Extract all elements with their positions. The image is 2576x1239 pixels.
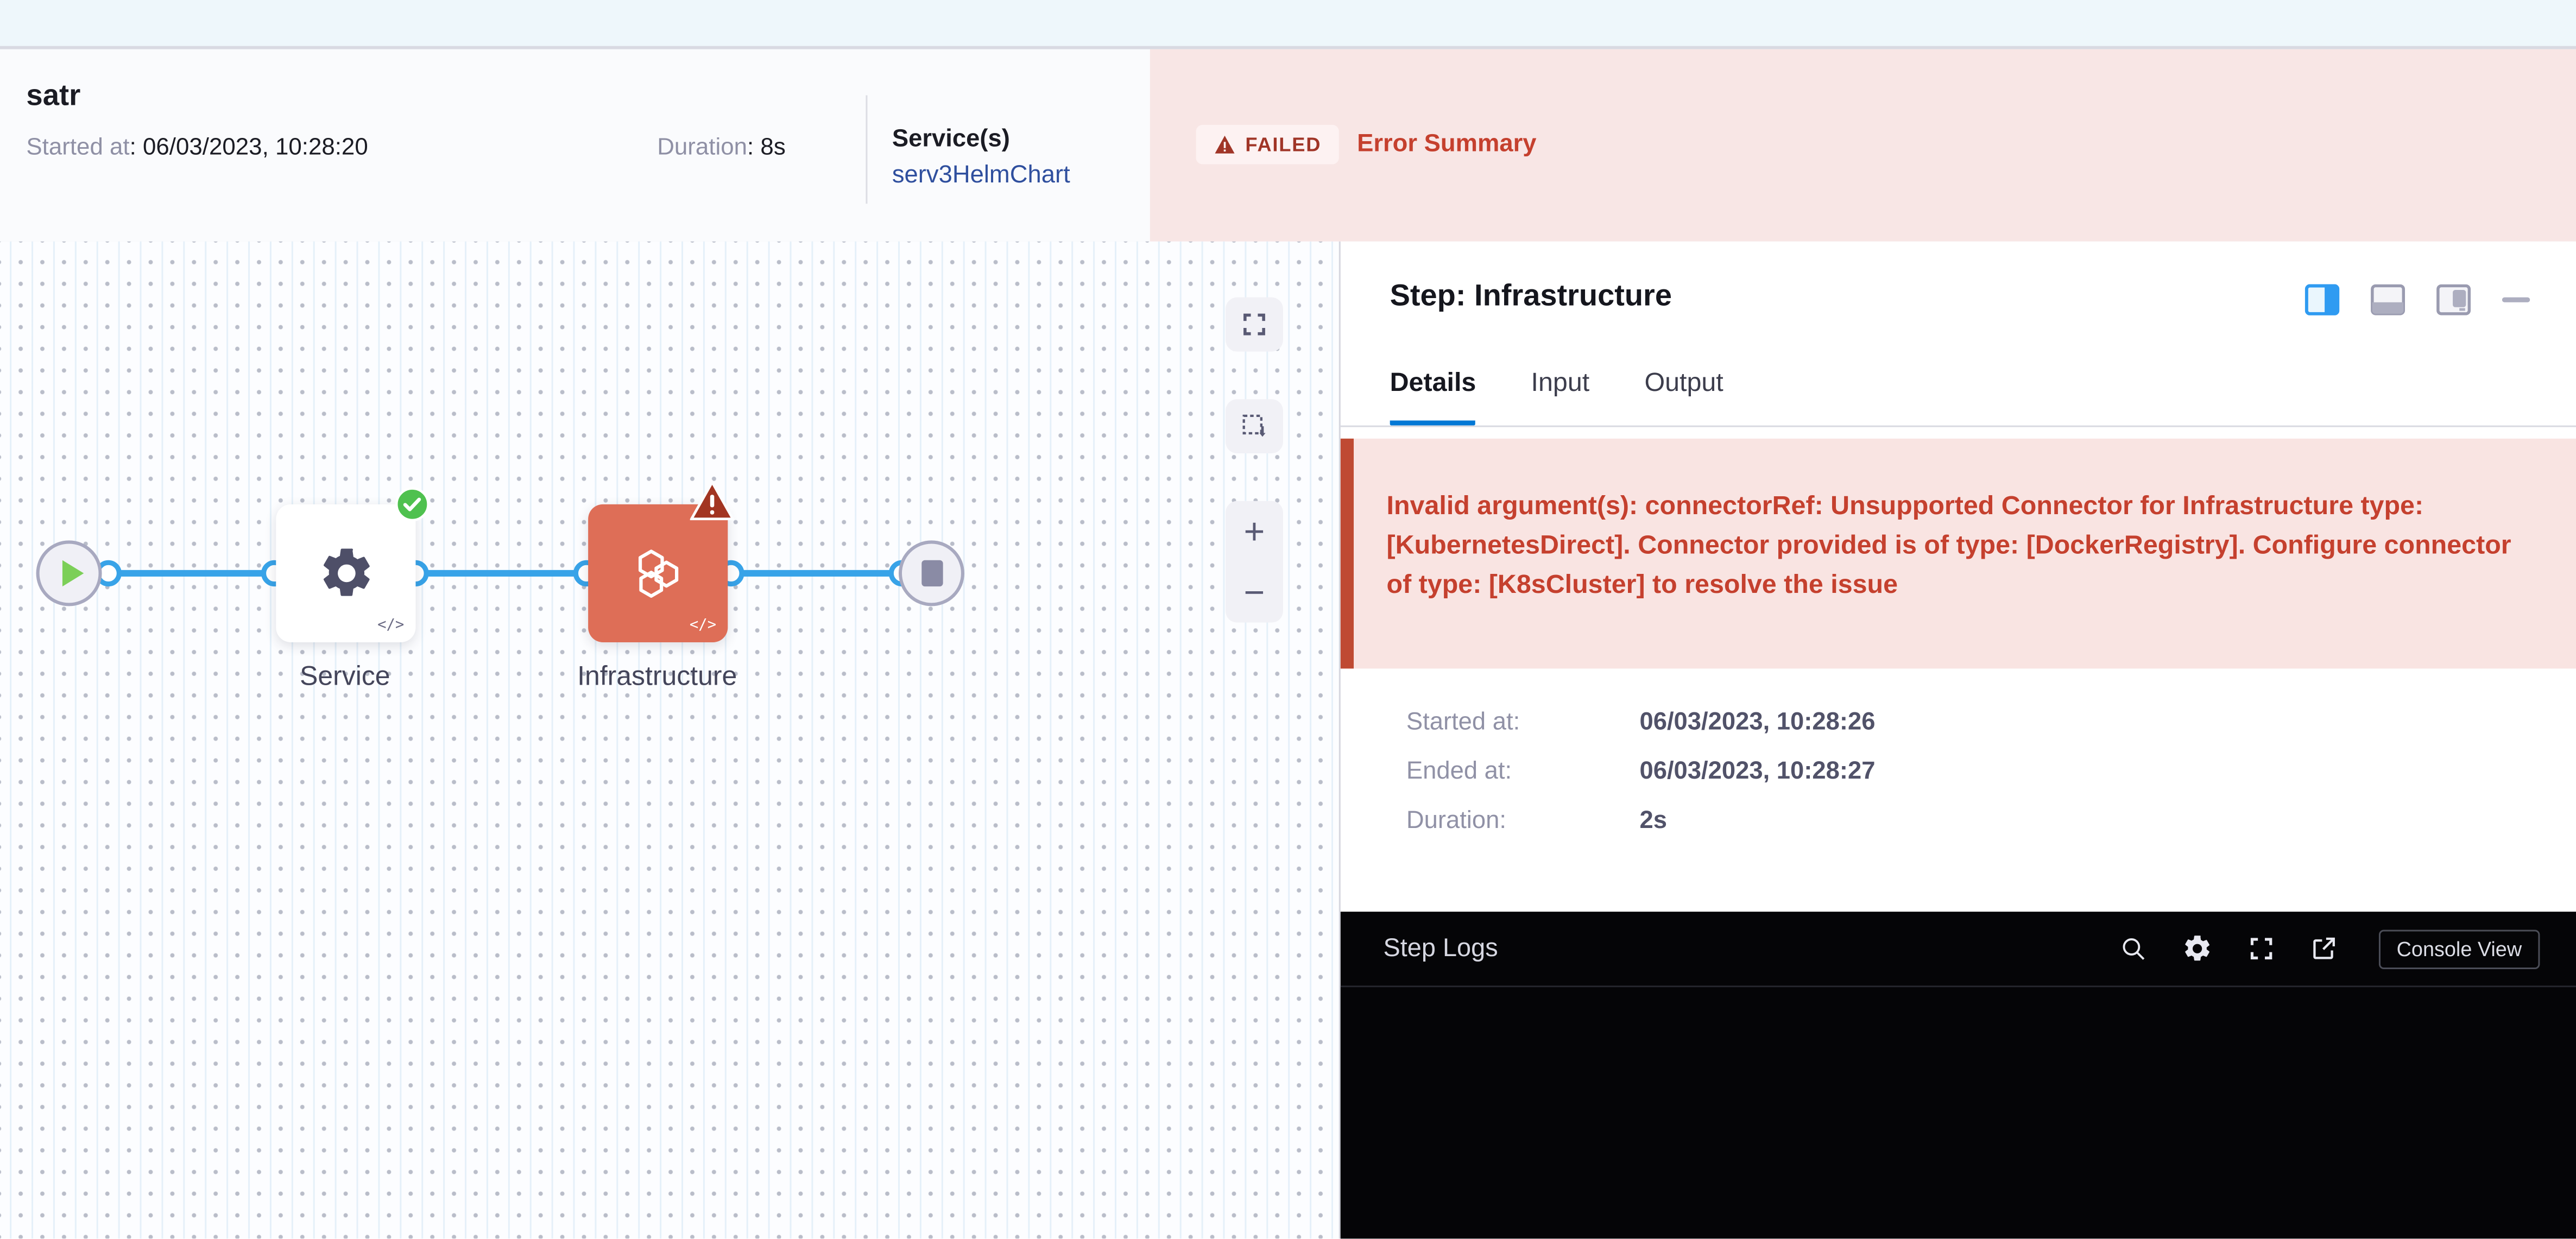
status-badge-label: FAILED: [1245, 133, 1321, 156]
failure-warning-icon: [690, 479, 735, 530]
detail-label: Duration:: [1406, 807, 1640, 835]
status-header-area: FAILED Error Summary: [1150, 49, 2576, 242]
end-node: [899, 540, 964, 606]
error-message-box: Invalid argument(s): connectorRef: Unsup…: [1341, 439, 2576, 669]
started-at-value: : 06/03/2023, 10:28:20: [130, 135, 368, 161]
pipeline-canvas[interactable]: </> Service </> Infrastructure: [0, 242, 1339, 1238]
open-in-new-icon[interactable]: [2309, 935, 2337, 963]
step-logs-actions: Console View: [2119, 929, 2540, 969]
step-logs-content: [1341, 987, 2576, 1238]
pipeline-name: satr: [26, 79, 80, 113]
canvas-zoom-control: + −: [1226, 501, 1283, 623]
log-settings-gear-icon[interactable]: [2181, 933, 2212, 964]
error-message-text: Invalid argument(s): connectorRef: Unsup…: [1387, 488, 2530, 606]
started-at-label: Started at: [26, 135, 129, 161]
node-label-infrastructure: Infrastructure: [542, 662, 772, 693]
pipeline-execution-page: satr Started at: 06/03/2023, 10:28:20 Du…: [0, 0, 2576, 1238]
detail-value: 2s: [1639, 807, 1666, 835]
canvas-select-button[interactable]: [1226, 399, 1283, 453]
detail-row-started: Started at:06/03/2023, 10:28:26: [1406, 708, 1876, 736]
detail-value: 06/03/2023, 10:28:26: [1639, 708, 1875, 736]
edge-service-infra: [412, 570, 590, 577]
tab-output[interactable]: Output: [1644, 370, 1723, 421]
warning-triangle-icon: [1214, 135, 1235, 154]
console-view-button[interactable]: Console View: [2378, 929, 2540, 969]
layout-floating-icon[interactable]: [2436, 284, 2471, 315]
layout-split-bottom-icon[interactable]: [2371, 284, 2405, 315]
code-icon: </>: [690, 618, 716, 634]
edge-start-service: [105, 570, 278, 577]
detail-row-ended: Ended at:06/03/2023, 10:28:27: [1406, 757, 1876, 785]
zoom-out-button[interactable]: −: [1244, 574, 1265, 610]
detail-label: Ended at:: [1406, 757, 1640, 785]
success-check-icon: [394, 486, 431, 531]
detail-label: Started at:: [1406, 708, 1640, 736]
play-icon: [61, 560, 83, 586]
step-logs-section: Step Logs Console View: [1341, 912, 2576, 1238]
duration-value: : 8s: [747, 135, 786, 161]
fullscreen-icon: [1240, 311, 1268, 338]
zoom-in-button[interactable]: +: [1244, 513, 1265, 549]
error-summary-link[interactable]: Error Summary: [1357, 130, 1536, 157]
top-strip: [0, 0, 2576, 49]
duration-label: Duration: [657, 135, 747, 161]
edge-infra-end: [728, 570, 905, 577]
log-fullscreen-icon[interactable]: [2247, 935, 2275, 963]
panel-layout-controls: [2305, 284, 2530, 315]
canvas-fullscreen-button[interactable]: [1226, 298, 1283, 352]
code-icon: </>: [377, 618, 404, 634]
service-link[interactable]: serv3HelmChart: [892, 157, 1070, 194]
step-logs-header: Step Logs Console View: [1341, 912, 2576, 987]
detail-value: 06/03/2023, 10:28:27: [1639, 757, 1875, 785]
tab-input[interactable]: Input: [1531, 370, 1590, 421]
search-icon[interactable]: [2119, 935, 2146, 963]
minimize-icon[interactable]: [2502, 284, 2530, 315]
stop-icon: [921, 560, 942, 586]
services-block: Service(s) serv3HelmChart: [892, 122, 1070, 194]
hexagon-cluster-icon: [628, 543, 689, 604]
layout-split-right-icon[interactable]: [2305, 284, 2340, 315]
panel-tabs: Details Input Output: [1341, 370, 2576, 427]
gear-icon: [316, 543, 375, 603]
detail-row-duration: Duration:2s: [1406, 807, 1876, 835]
header-divider: [866, 95, 867, 204]
step-details-panel: Step: Infrastructure Details Input Outpu…: [1339, 242, 2576, 1238]
step-details-list: Started at:06/03/2023, 10:28:26 Ended at…: [1406, 708, 1876, 856]
start-node: [36, 540, 102, 606]
step-logs-title: Step Logs: [1383, 934, 1498, 963]
node-label-service: Service: [230, 662, 460, 693]
services-label: Service(s): [892, 122, 1070, 158]
started-at-text: Started at: 06/03/2023, 10:28:20: [26, 135, 368, 161]
marquee-select-icon: [1240, 412, 1268, 440]
execution-header: satr Started at: 06/03/2023, 10:28:20 Du…: [0, 49, 2576, 243]
status-badge: FAILED: [1196, 125, 1340, 165]
duration-text: Duration: 8s: [657, 135, 786, 161]
panel-title: Step: Infrastructure: [1390, 277, 1672, 314]
tab-details[interactable]: Details: [1390, 370, 1476, 426]
